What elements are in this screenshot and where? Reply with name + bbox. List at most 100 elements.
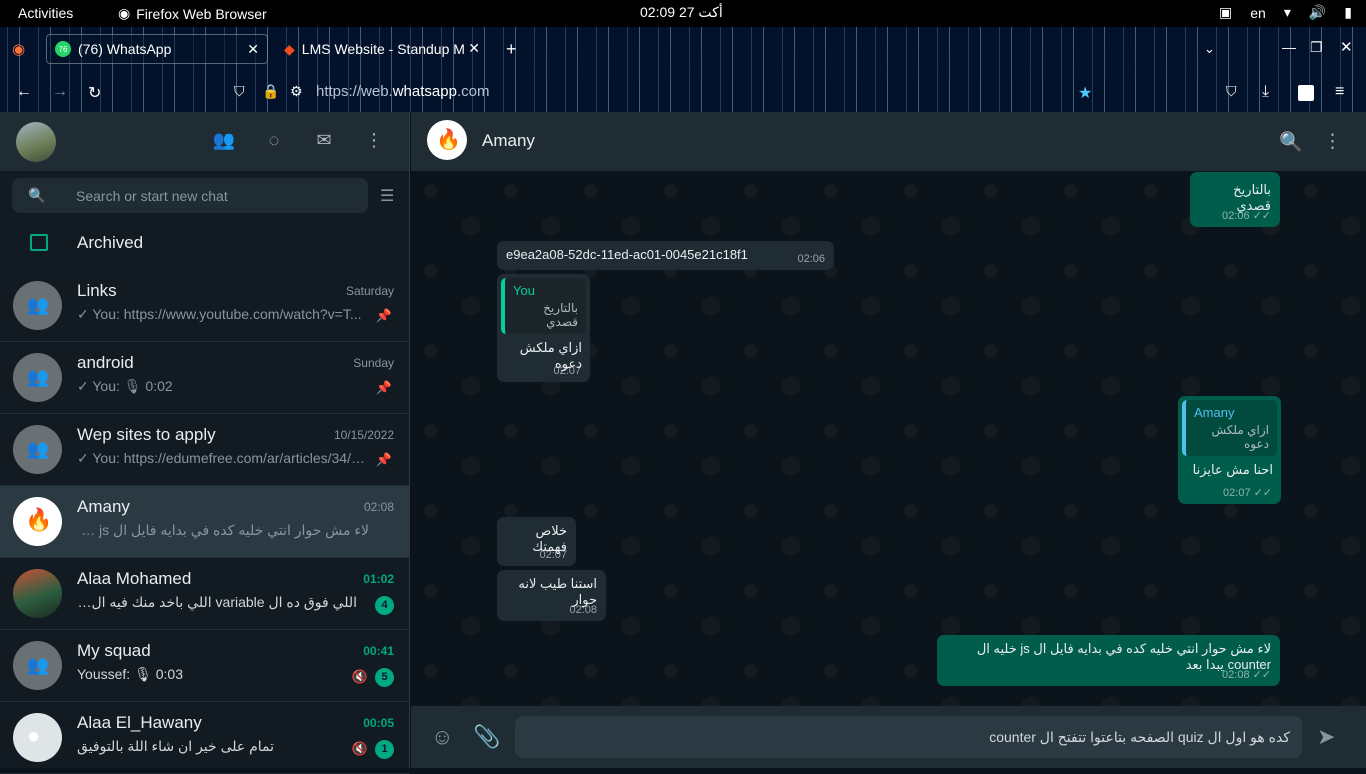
list-tabs-icon[interactable]: ⌄ xyxy=(1204,41,1215,57)
chat-item-alaa-mohamed[interactable]: Alaa Mohamed 01:02 اللي فوق ده ال variab… xyxy=(0,558,410,630)
send-icon[interactable]: ➤ xyxy=(1317,724,1335,750)
bookmark-star-icon[interactable]: ★ xyxy=(1078,83,1092,103)
group-avatar: 👥 xyxy=(13,353,62,402)
contact-avatar: 🔥 xyxy=(13,497,62,546)
message-bubble[interactable]: بالتاريخ قصدي 02:06 ✓✓ xyxy=(1190,172,1280,227)
unread-badge: 5 xyxy=(375,668,394,687)
message-input[interactable]: كده هو اول ال quiz الصفحه بتاعتوا تتفتح … xyxy=(515,716,1302,758)
new-tab-icon[interactable]: + xyxy=(506,39,517,60)
message-bubble[interactable]: Amany ازاي ملكش دعوه احنا مش عايزنا 02:0… xyxy=(1178,396,1281,504)
figma-favicon-icon: ◆ xyxy=(284,40,295,57)
menu-icon[interactable]: ≡ xyxy=(1335,83,1344,101)
battery-icon: ▮ xyxy=(1344,4,1352,20)
app-name: Firefox Web Browser xyxy=(136,5,267,22)
chat-list: 👥 Links Saturday ✓ You: https://www.yout… xyxy=(0,270,410,774)
search-icon[interactable]: 🔍 xyxy=(1279,130,1303,154)
message-bubble[interactable]: خلاص فهمتك 02:07 xyxy=(497,517,576,566)
close-tab-icon[interactable]: ✕ xyxy=(247,41,259,58)
new-chat-icon[interactable]: ✉ xyxy=(312,130,336,154)
message-area: بالتاريخ قصدي 02:06 ✓✓ e9ea2a08-52dc-11ed… xyxy=(411,171,1366,706)
tab-lms[interactable]: ◆ LMS Website - Standup M ✕ xyxy=(276,34,488,64)
chat-item-amany[interactable]: 🔥 Amany 02:08 لاء مش حوار انتي خليه كده … xyxy=(0,486,410,558)
chat-time: 00:05 xyxy=(363,716,394,730)
conversation-panel: 🔥 Amany 🔍 ⋮ بالتاريخ قصدي 02:06 ✓✓ e9ea2a… xyxy=(411,112,1366,768)
chat-item-android[interactable]: 👥 android Sunday ✓ You: 🎙 0:02 📌 xyxy=(0,342,410,414)
clock[interactable]: أكت 27 02:09 xyxy=(640,4,723,21)
fire-emoji-icon: 🔥 xyxy=(436,129,461,151)
search-box: 🔍 xyxy=(12,178,368,213)
firefox-view-icon[interactable]: ◉ xyxy=(12,40,25,58)
whatsapp-favicon-icon: 76 xyxy=(55,41,71,57)
group-icon: 👥 xyxy=(26,655,50,675)
quoted-message[interactable]: Amany ازاي ملكش دعوه xyxy=(1182,400,1277,456)
message-bubble[interactable]: You بالتاريخ قصدي ازاي ملكش دعوه 02:07 xyxy=(497,274,590,382)
system-top-bar: Activities ◉ Firefox Web Browser أكت 27 0… xyxy=(0,0,1366,27)
status-icon[interactable]: ◌ xyxy=(262,130,286,154)
message-text: احنا مش عايزنا xyxy=(1192,462,1273,477)
maximize-icon[interactable]: ❐ xyxy=(1310,39,1323,56)
chat-name: Alaa Mohamed xyxy=(77,569,192,588)
chat-name: Amany xyxy=(77,497,130,516)
chat-preview: ✓ You: https://edumefree.com/ar/articles… xyxy=(77,450,369,466)
my-avatar[interactable] xyxy=(16,122,56,162)
filter-icon[interactable]: ☰ xyxy=(380,186,394,206)
focused-app-label[interactable]: ◉ Firefox Web Browser xyxy=(118,5,267,22)
chat-preview: لاء مش حوار انتي خليه كده في بدايه فايل … xyxy=(77,522,369,538)
menu-icon[interactable]: ⋮ xyxy=(1323,130,1342,153)
close-window-icon[interactable]: ✕ xyxy=(1340,38,1353,56)
message-bubble[interactable]: استنا طيب لانه حوار 02:08 xyxy=(497,570,606,621)
extension-icon[interactable] xyxy=(1298,85,1314,101)
minimize-icon[interactable]: — xyxy=(1282,39,1296,55)
tab-whatsapp[interactable]: 76 (76) WhatsApp ✕ xyxy=(46,34,268,64)
activities-button[interactable]: Activities xyxy=(18,5,73,21)
group-avatar: 👥 xyxy=(13,281,62,330)
contact-name[interactable]: Amany xyxy=(482,131,535,151)
chat-item-my-squad[interactable]: 👥 My squad 00:41 Youssef: 🎙 0:03 🔇 5 xyxy=(0,630,410,702)
chat-time: Sunday xyxy=(353,356,394,370)
menu-icon[interactable]: ⋮ xyxy=(362,130,386,154)
search-input[interactable] xyxy=(76,178,356,213)
chat-preview: ✓ You: https://www.youtube.com/watch?v=T… xyxy=(77,306,362,322)
pocket-icon[interactable]: ⛉ xyxy=(1226,83,1237,100)
chat-preview: تمام على خير ان شاء اللة بالتوفيق xyxy=(77,738,275,754)
emoji-icon[interactable]: ☺ xyxy=(431,724,453,750)
shield-icon[interactable]: ⛉ xyxy=(234,83,245,100)
forward-icon[interactable]: → xyxy=(52,83,68,101)
chat-item-wep-sites[interactable]: 👥 Wep sites to apply 10/15/2022 ✓ You: h… xyxy=(0,414,410,486)
message-time: 02:07 xyxy=(539,549,567,561)
volume-icon: 🔊 xyxy=(1308,4,1327,20)
url-bar[interactable]: https://web.whatsapp.com xyxy=(316,83,489,100)
wifi-icon: ▾ xyxy=(1283,4,1291,20)
downloads-icon[interactable]: ⤓ xyxy=(1262,83,1269,101)
contact-avatar xyxy=(13,569,62,618)
group-avatar: 👥 xyxy=(13,641,62,690)
close-tab-icon[interactable]: ✕ xyxy=(468,40,480,57)
message-text: e9ea2a08-52dc-11ed-ac01-0045e21c18f1 xyxy=(506,247,748,262)
message-time: 02:06 xyxy=(797,253,825,265)
quote-author: Amany xyxy=(1194,405,1235,420)
archived-label: Archived xyxy=(77,233,144,252)
quoted-message[interactable]: You بالتاريخ قصدي xyxy=(501,278,586,334)
chat-time: Saturday xyxy=(345,284,394,298)
lock-icon[interactable]: 🔒 xyxy=(262,83,279,100)
back-icon[interactable]: ← xyxy=(16,83,32,101)
message-time: 02:08 xyxy=(569,604,597,616)
contact-avatar: ● xyxy=(13,713,62,762)
language-indicator[interactable]: en xyxy=(1250,5,1266,21)
pin-icon: 📌 xyxy=(375,308,392,323)
permissions-icon[interactable]: ⚙ xyxy=(290,83,303,100)
message-bubble[interactable]: e9ea2a08-52dc-11ed-ac01-0045e21c18f1 02:… xyxy=(497,241,834,270)
reload-icon[interactable]: ↻ xyxy=(88,83,101,103)
contact-avatar[interactable]: 🔥 xyxy=(427,120,467,160)
chat-item-links[interactable]: 👥 Links Saturday ✓ You: https://www.yout… xyxy=(0,270,410,342)
chat-name: android xyxy=(77,353,134,372)
attach-icon[interactable]: 📎 xyxy=(473,724,500,750)
archived-row[interactable]: Archived xyxy=(0,220,410,268)
system-tray[interactable]: ▣ en ▾ 🔊 ▮ xyxy=(1219,4,1352,21)
chat-item-alaa-el-hawany[interactable]: ● Alaa El_Hawany 00:05 تمام على خير ان ش… xyxy=(0,702,410,774)
chat-name: Alaa El_Hawany xyxy=(77,713,202,732)
archive-icon xyxy=(30,234,48,251)
message-bubble[interactable]: لاء مش حوار انتي خليه كده في بدايه فايل … xyxy=(937,635,1280,686)
communities-icon[interactable]: 👥 xyxy=(212,130,236,154)
search-icon[interactable]: 🔍 xyxy=(28,187,45,204)
